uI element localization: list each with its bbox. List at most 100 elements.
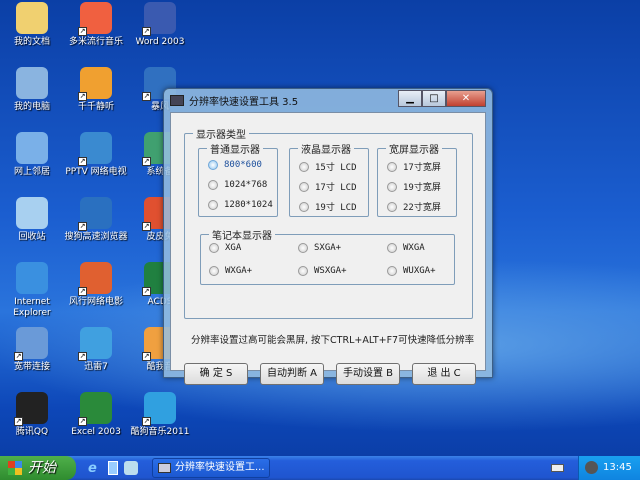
laptop-radio[interactable]: SXGA+ <box>298 243 341 253</box>
laptop-radio[interactable]: XGA <box>209 243 241 253</box>
radio-label: WUXGA+ <box>403 266 436 276</box>
shortcut-arrow-icon: ↗ <box>78 27 87 36</box>
desktop-icon[interactable]: Internet Explorer <box>0 262 64 319</box>
laptop-group: 笔记本显示器 <box>200 227 455 285</box>
desktop-icon-label: 酷狗音乐2011 <box>130 427 190 437</box>
laptop-radio[interactable]: WXGA+ <box>209 266 252 276</box>
desktop-icon-label: 千千静听 <box>77 102 114 112</box>
resolution-tool-window: 分辨率快速设置工具 3.5 ▁ □ ✕ 显示器类型 普通显示器 800*600 10… <box>163 88 493 385</box>
app-icon: ↗ <box>78 197 112 231</box>
desktop-icon[interactable]: ↗ PPTV 网络电视 <box>64 132 128 178</box>
radio-label: 1280*1024 <box>224 200 273 210</box>
radio-circle-icon <box>208 200 218 210</box>
resolution-radio[interactable]: 19寸 LCD <box>299 200 357 213</box>
shortcut-arrow-icon: ↗ <box>142 417 151 426</box>
ok-button[interactable]: 确 定 S <box>184 363 248 385</box>
maximize-button[interactable]: □ <box>422 90 446 107</box>
shortcut-arrow-icon: ↗ <box>142 287 151 296</box>
laptop-radio[interactable]: WXGA <box>387 243 425 253</box>
taskbar-item-resolution-tool[interactable]: 分辨率快速设置工... <box>152 458 270 478</box>
radio-label: 15寸 LCD <box>315 163 357 173</box>
desktop-icon[interactable]: 网上邻居 <box>0 132 64 178</box>
tray-app-icon[interactable] <box>585 461 598 474</box>
desktop-icon[interactable]: ↗ 迅雷7 <box>64 327 128 373</box>
app-icon: ↗ <box>14 327 48 361</box>
keyboard-icon[interactable] <box>551 464 564 472</box>
minimize-button[interactable]: ▁ <box>398 90 422 107</box>
app-icon <box>16 132 48 164</box>
group-legend: 宽屏显示器 <box>389 145 439 156</box>
laptop-radio[interactable]: WUXGA+ <box>387 266 436 276</box>
radio-circle-icon <box>209 243 219 253</box>
desktop-icon-label: Excel 2003 <box>71 427 121 437</box>
desktop-icon[interactable]: ↗ 千千静听 <box>64 67 128 113</box>
resolution-radio[interactable]: 17寸宽屏 <box>387 160 441 173</box>
desktop-icon[interactable]: ↗ 多米流行音乐 <box>64 2 128 48</box>
desktop-icon-label: 宽带连接 <box>13 362 50 372</box>
radio-label: 19寸宽屏 <box>403 183 441 193</box>
close-button[interactable]: ✕ <box>446 90 486 107</box>
resolution-radio[interactable]: 1280*1024 <box>208 200 273 210</box>
shortcut-arrow-icon: ↗ <box>78 352 87 361</box>
app-icon <box>16 67 48 99</box>
media-quicklaunch-icon[interactable] <box>124 461 138 475</box>
resolution-radio[interactable]: 19寸宽屏 <box>387 180 441 193</box>
radio-circle-icon <box>298 266 308 276</box>
laptop-radio[interactable]: WSXGA+ <box>298 266 347 276</box>
radio-label: 1024*768 <box>224 180 268 190</box>
group-legend: 液晶显示器 <box>301 145 351 156</box>
desktop-icon[interactable]: ↗ 宽带连接 <box>0 327 64 373</box>
manual-setup-button[interactable]: 手动设置 B <box>336 363 400 385</box>
radio-label: SXGA+ <box>314 243 342 253</box>
desktop-icon[interactable]: ↗ 酷狗音乐2011 <box>128 392 192 438</box>
desktop-icon[interactable]: ↗ Word 2003 <box>128 2 192 48</box>
clock[interactable]: 13:45 <box>603 462 632 473</box>
desktop-icon[interactable]: ↗ 风行网络电影 <box>64 262 128 308</box>
desktop-icon[interactable]: 回收站 <box>0 197 64 243</box>
desktop-icon[interactable]: ↗ 搜狗高速浏览器 <box>64 197 128 243</box>
app-icon: ↗ <box>78 327 112 361</box>
desktop-icon[interactable]: 我的电脑 <box>0 67 64 113</box>
radio-circle-icon <box>387 181 397 192</box>
desktop-icon-label: 回收站 <box>18 232 46 242</box>
shortcut-arrow-icon: ↗ <box>78 417 87 426</box>
radio-label: WXGA <box>403 243 425 253</box>
group-legend: 普通显示器 <box>210 145 260 156</box>
desktop-quicklaunch-icon[interactable] <box>108 461 118 475</box>
resolution-radio[interactable]: 1024*768 <box>208 180 267 190</box>
exit-button[interactable]: 退 出 C <box>412 363 476 385</box>
ie-quicklaunch-icon[interactable]: e <box>88 461 97 476</box>
radio-circle-icon <box>387 243 397 253</box>
taskbar: 开始 e 分辨率快速设置工... 13:45 <box>0 456 640 480</box>
radio-circle-icon <box>387 266 397 276</box>
desktop-icon-label: 迅雷7 <box>84 362 108 372</box>
resolution-radio[interactable]: 22寸宽屏 <box>387 200 441 213</box>
start-label: 开始 <box>28 460 56 476</box>
shortcut-arrow-icon: ↗ <box>142 157 151 166</box>
shortcut-arrow-icon: ↗ <box>14 352 23 361</box>
app-icon <box>16 262 48 294</box>
desktop-icon-label: 我的电脑 <box>13 102 50 112</box>
desktop-icon[interactable]: ↗ Excel 2003 <box>64 392 128 438</box>
start-button[interactable]: 开始 <box>0 456 76 480</box>
auto-detect-button[interactable]: 自动判断 A <box>260 363 324 385</box>
desktop-icon[interactable]: ↗ 腾讯QQ <box>0 392 64 438</box>
desktop-icon-label: 多米流行音乐 <box>68 37 123 47</box>
desktop-icon[interactable]: 我的文档 <box>0 2 64 48</box>
app-icon: ↗ <box>14 392 48 426</box>
app-icon: ↗ <box>78 67 112 101</box>
shortcut-arrow-icon: ↗ <box>142 352 151 361</box>
radio-label: 800*600 <box>224 160 262 170</box>
system-tray: 13:45 <box>578 456 640 480</box>
desktop-icon-label: 我的文档 <box>13 37 50 47</box>
resolution-radio[interactable]: 15寸 LCD <box>299 160 357 173</box>
radio-label: 17寸 LCD <box>315 183 357 193</box>
app-icon: ↗ <box>78 132 112 166</box>
resolution-radio[interactable]: 17寸 LCD <box>299 180 357 193</box>
app-icon: ↗ <box>142 392 176 426</box>
resolution-radio[interactable]: 800*600 <box>208 160 262 170</box>
shortcut-arrow-icon: ↗ <box>78 287 87 296</box>
desktop-icon-label: Internet Explorer <box>13 297 51 318</box>
radio-label: WXGA+ <box>225 266 253 276</box>
hint-text: 分辨率设置过高可能会黑屏, 按下CTRL+ALT+F7可快速降低分辨率 <box>191 335 475 346</box>
